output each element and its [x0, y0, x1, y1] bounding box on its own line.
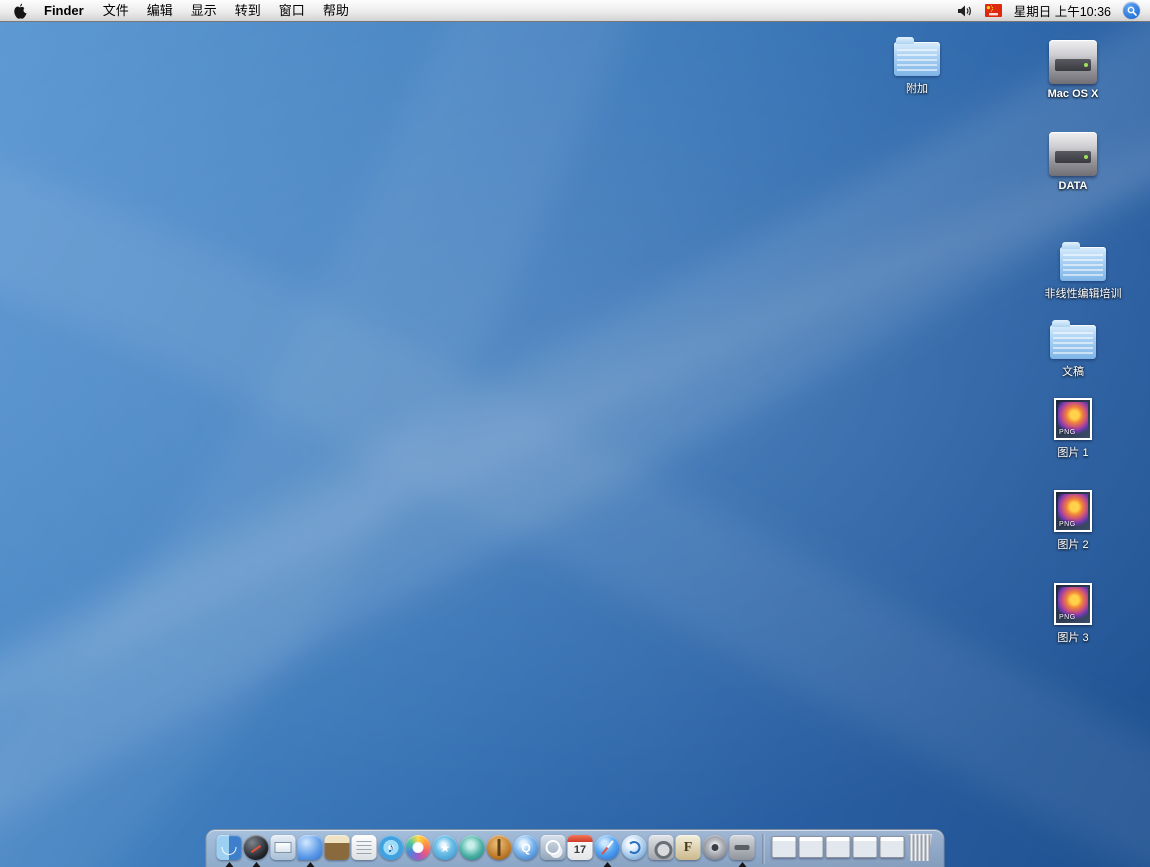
- active-app-menu[interactable]: Finder: [34, 3, 94, 18]
- running-indicator-icon: [738, 862, 746, 867]
- dock-icon-garageband[interactable]: [487, 835, 512, 860]
- dock-icon-iphoto[interactable]: [406, 835, 431, 860]
- menu-edit[interactable]: 编辑: [138, 0, 182, 22]
- dock-icon-sysprefs[interactable]: [649, 835, 674, 860]
- desktop-icon-label: 图片 1: [1057, 444, 1088, 460]
- png-file-icon: PNG: [1054, 583, 1092, 625]
- apple-menu[interactable]: [8, 3, 34, 19]
- desktop-icon-label: 附加: [906, 80, 928, 96]
- png-badge: PNG: [1059, 614, 1076, 621]
- dock-icon-ichat[interactable]: [298, 835, 323, 860]
- menu-view[interactable]: 显示: [182, 0, 226, 22]
- menu-bar: Finder 文件 编辑 显示 转到 窗口 帮助: [0, 0, 1150, 22]
- dock-icon-imovie[interactable]: [433, 835, 458, 860]
- png-badge: PNG: [1059, 521, 1076, 528]
- png-badge: PNG: [1059, 429, 1076, 436]
- dock-divider-icon: [763, 834, 764, 864]
- dock-icon-finder[interactable]: [217, 835, 242, 860]
- minimized-window[interactable]: [772, 836, 797, 858]
- menu-bar-clock[interactable]: 星期日 上午10:36: [1014, 1, 1111, 20]
- minimized-window[interactable]: [853, 836, 878, 858]
- dock-icon-dvdplayer[interactable]: [703, 835, 728, 860]
- png-file-icon: PNG: [1054, 398, 1092, 440]
- desktop-icon-label: DATA: [1059, 180, 1088, 192]
- dock-window-area: [771, 836, 906, 867]
- dock-icon-dashboard[interactable]: [244, 835, 269, 860]
- dock-icon-diskutility[interactable]: [730, 835, 755, 860]
- desktop-icon-drive-macosx[interactable]: Mac OS X: [1013, 40, 1133, 100]
- apple-logo-icon: [13, 3, 27, 19]
- dock-icon-mail[interactable]: [271, 835, 296, 860]
- menu-bar-status-area: 星期日 上午10:36: [957, 1, 1142, 20]
- dock-icon-addressbook[interactable]: [325, 835, 350, 860]
- minimized-window[interactable]: [880, 836, 905, 858]
- spotlight-icon[interactable]: [1123, 2, 1140, 19]
- chinese-input-flag-icon[interactable]: [985, 4, 1002, 17]
- dock-icon-safari[interactable]: [595, 835, 620, 860]
- png-file-icon: PNG: [1054, 490, 1092, 532]
- desktop-icon-image-3[interactable]: PNG 图片 3: [1013, 583, 1133, 645]
- desktop-icon-folder-documents[interactable]: 文稿: [1013, 325, 1133, 379]
- running-indicator-icon: [225, 862, 233, 867]
- dock: 17: [206, 829, 945, 867]
- desktop-screen: Finder 文件 编辑 显示 转到 窗口 帮助: [0, 0, 1150, 867]
- dock-icon-quicktime[interactable]: [514, 835, 539, 860]
- desktop-icon-image-2[interactable]: PNG 图片 2: [1013, 490, 1133, 552]
- dock-icon-preview[interactable]: [541, 835, 566, 860]
- desktop-icon-label: Mac OS X: [1048, 88, 1099, 100]
- dock-icon-idvd[interactable]: [460, 835, 485, 860]
- folder-icon: [1060, 247, 1106, 281]
- minimized-window[interactable]: [826, 836, 851, 858]
- dock-icon-ical[interactable]: 17: [568, 835, 593, 860]
- dock-icon-fontbook[interactable]: [676, 835, 701, 860]
- desktop-icon-folder-training[interactable]: 非线性编辑培训: [1023, 247, 1143, 301]
- desktop-icon-image-1[interactable]: PNG 图片 1: [1013, 398, 1133, 460]
- dock-icon-isync[interactable]: [622, 835, 647, 860]
- menu-file[interactable]: 文件: [94, 0, 138, 22]
- hard-drive-icon: [1049, 40, 1097, 84]
- dock-app-area: 17: [216, 835, 756, 867]
- desktop-icon-label: 非线性编辑培训: [1045, 285, 1122, 301]
- desktop-icon-label: 文稿: [1062, 363, 1084, 379]
- running-indicator-icon: [603, 862, 611, 867]
- desktop-icon-drive-data[interactable]: DATA: [1013, 132, 1133, 192]
- volume-icon[interactable]: [957, 4, 973, 18]
- folder-icon: [894, 42, 940, 76]
- minimized-window[interactable]: [799, 836, 824, 858]
- menu-window[interactable]: 窗口: [270, 0, 314, 22]
- running-indicator-icon: [306, 862, 314, 867]
- desktop-icon-label: 图片 3: [1057, 629, 1088, 645]
- folder-icon: [1050, 325, 1096, 359]
- trash-icon[interactable]: [907, 834, 934, 861]
- wallpaper-swoosh: [0, 22, 1150, 867]
- ical-day-label: 17: [574, 845, 586, 856]
- desktop-wallpaper: [0, 22, 1150, 867]
- running-indicator-icon: [252, 862, 260, 867]
- desktop-icon-folder-fujia[interactable]: 附加: [857, 42, 977, 96]
- dock-icon-textedit[interactable]: [352, 835, 377, 860]
- menu-help[interactable]: 帮助: [314, 0, 358, 22]
- dock-icon-itunes[interactable]: [379, 835, 404, 860]
- menu-go[interactable]: 转到: [226, 0, 270, 22]
- desktop-icon-label: 图片 2: [1057, 536, 1088, 552]
- hard-drive-icon: [1049, 132, 1097, 176]
